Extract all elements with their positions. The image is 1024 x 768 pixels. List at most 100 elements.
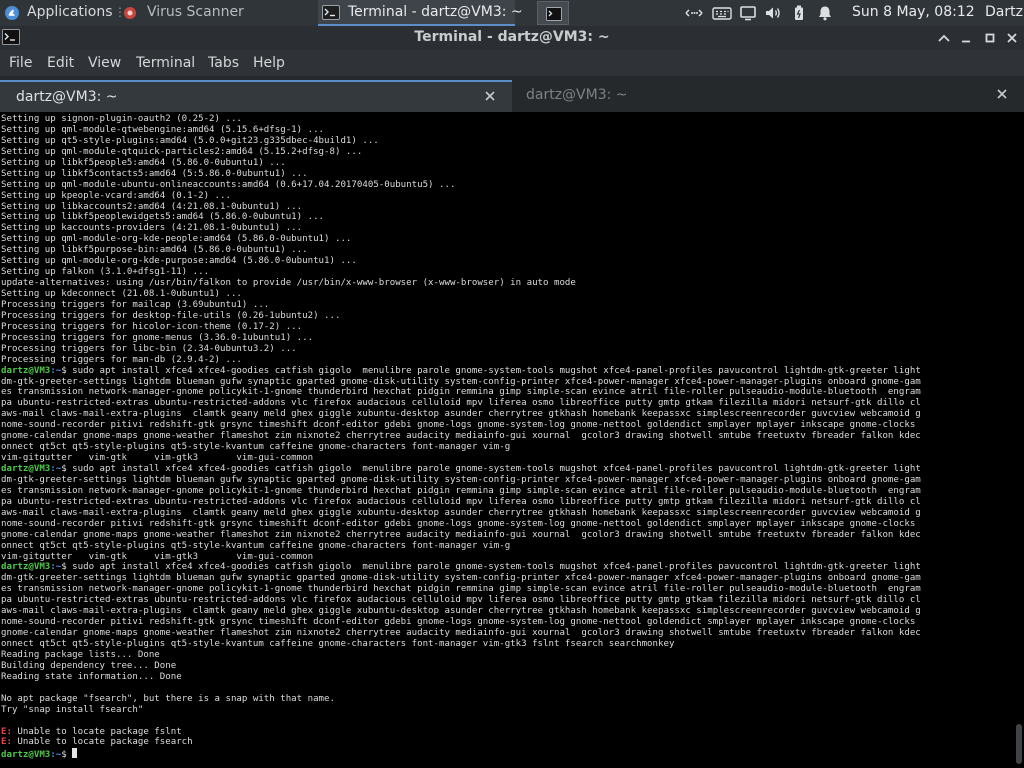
prompt-user: dartz@VM3 [1,750,51,760]
taskbar-item-terminal[interactable]: Terminal - dartz@VM3: ~ [318,0,523,26]
output-text: Setting up kaccounts-providers (4:21.08.… [1,223,303,234]
error-label: E: [1,737,12,748]
output-text: Processing triggers for man-db (2.9.4-2)… [1,354,242,365]
terminal-line: onnect qt5ct qt5-style-plugins qt5-style… [1,541,1013,552]
output-text: No apt package "fsearch", but there is a… [1,693,335,704]
menu-edit[interactable]: Edit [47,50,74,76]
prompt-path: :~ [50,562,62,573]
terminal-line: E: Unable to locate package fsearch [1,737,1013,748]
menu-tabs[interactable]: Tabs [208,50,239,76]
terminal-line: Try "snap install fsearch" [1,705,1013,716]
output-text: Setting up kdeconnect (21.08.1-0ubuntu1)… [1,289,242,299]
terminal-line: gnome-calendar gnome-maps gnome-weather … [1,431,1013,442]
window-titlebar[interactable]: Terminal - dartz@VM3: ~ [0,26,1024,50]
terminal-line: Setting up qml-module-qtwebengine:amd64 … [1,125,1013,136]
prompt-user: dartz@VM3 [1,365,51,376]
output-text: Try "snap install fsearch" [1,704,144,715]
window-shade-up-icon[interactable] [936,30,952,46]
output-text: Setting up kpeople-vcard:amd64 (0.1-2) .… [1,190,231,201]
menu-file[interactable]: File [9,50,32,76]
output-text: onnect qt5ct qt5-style-plugins qt5-style… [1,540,511,551]
terminal-line: nome-sound-recorder pitivi redshift-gtk … [1,420,1013,431]
network-icon[interactable] [684,5,704,21]
applications-menu-icon[interactable] [4,5,20,21]
display-icon[interactable] [739,5,757,21]
output-text: vim-gitgutter vim-gtk vim-gtk3 vim-gui-c… [1,551,314,562]
terminal-line: aws-mail claws-mail-extra-plugins clamtk… [1,508,1013,519]
terminal-line: Setting up kaccounts-providers (4:21.08.… [1,223,1013,234]
output-text: dm-gtk-greeter-settings lightdm blueman … [1,376,921,387]
output-text: nome-sound-recorder pitivi redshift-gtk … [1,420,916,431]
output-text: Setting up libkf5people5:amd64 (5.86.0-0… [1,157,286,168]
output-text: Building dependency tree... Done [1,660,177,671]
tab-dartz-vm3-1[interactable]: dartz@VM3: ~ [0,80,512,112]
output-text: aws-mail claws-mail-extra-plugins clamtk… [1,409,921,420]
terminal-line: dartz@VM3:~$ sudo apt install xfce4 xfce… [1,562,1013,573]
terminal-scrollbar[interactable] [1016,724,1022,764]
terminal-launcher-button[interactable] [537,1,569,25]
output-text: Processing triggers for gnome-menus (3.3… [1,332,314,343]
prompt-user: dartz@VM3 [1,562,51,573]
terminal-line: dm-gtk-greeter-settings lightdm blueman … [1,475,1013,486]
output-text: aws-mail claws-mail-extra-plugins clamtk… [1,606,921,617]
menu-help[interactable]: Help [253,50,285,76]
terminal-line: update-alternatives: using /usr/bin/falk… [1,278,1013,289]
terminal-line: Processing triggers for man-db (2.9.4-2)… [1,355,1013,366]
output-text: es transmission network-manager-gnome po… [1,387,921,398]
terminal-line: Setting up qml-module-qtquick-particles2… [1,147,1013,158]
window-maximize-icon[interactable] [982,30,998,46]
terminal-line: dm-gtk-greeter-settings lightdm blueman … [1,573,1013,584]
output-text: Setting up libkf5contacts5:amd64 (5:5.86… [1,168,308,179]
output-text: gnome-calendar gnome-maps gnome-weather … [1,431,921,442]
terminal-output[interactable]: Setting up signon-plugin-oauth2 (0.25-2)… [0,112,1024,768]
output-text: Processing triggers for hicolor-icon-the… [1,321,303,332]
tab-close-icon[interactable] [997,89,1007,99]
keyboard-icon[interactable] [712,5,732,21]
virus-scanner-icon[interactable] [123,6,137,20]
terminal-line: Setting up qml-module-org-kde-people:amd… [1,234,1013,245]
terminal-line: Processing triggers for desktop-file-uti… [1,311,1013,322]
terminal-line: Processing triggers for gnome-menus (3.3… [1,333,1013,344]
output-text: onnect qt5ct qt5-style-plugins qt5-style… [1,639,675,649]
terminal-line: pa ubuntu-restricted-extras ubuntu-restr… [1,398,1013,409]
menu-terminal[interactable]: Terminal [136,50,195,76]
applications-menu-label[interactable]: Applications [27,0,113,26]
notifications-icon[interactable] [817,5,833,21]
output-text: Setting up libkf5purpose-bin:amd64 (5.86… [1,245,308,256]
command-text: $ sudo apt install xfce4 xfce4-goodies c… [61,464,921,474]
tab-dartz-vm3-2[interactable]: dartz@VM3: ~ [512,80,1024,112]
taskbar-item-virus-scanner[interactable]: Virus Scanner [147,0,244,26]
output-text: update-alternatives: using /usr/bin/falk… [1,278,576,289]
output-text: Setting up qt5-style-plugins:amd64 (5.0.… [1,135,379,146]
volume-icon[interactable] [764,5,782,21]
battery-icon[interactable] [792,5,806,21]
output-text: Setting up libkf5peoplewidgets5:amd64 (5… [1,212,325,223]
terminal-line: es transmission network-manager-gnome po… [1,584,1013,595]
terminal-line: Reading state information... Done [1,672,1013,683]
terminal-line: dartz@VM3:~$ sudo apt install xfce4 xfce… [1,464,1013,475]
terminal-line: vim-gitgutter vim-gtk vim-gtk3 vim-gui-c… [1,552,1013,563]
output-text: Processing triggers for mailcap (3.69ubu… [1,299,270,310]
tab-close-icon[interactable] [485,91,495,101]
output-text: vim-gitgutter vim-gtk vim-gtk3 vim-gui-c… [1,453,314,464]
window-minimize-icon[interactable] [958,30,974,46]
output-text: gnome-calendar gnome-maps gnome-weather … [1,529,921,540]
window-close-icon[interactable] [1004,30,1020,46]
terminal-line: Reading package lists... Done [1,650,1013,661]
panel-user-menu[interactable]: Dartz [985,0,1023,26]
command-text: $ sudo apt install xfce4 xfce4-goodies c… [61,562,921,573]
panel-clock[interactable]: Sun 8 May, 08:12 [852,0,975,26]
output-text: gnome-calendar gnome-maps gnome-weather … [1,628,921,639]
terminal-line: Setting up libkf5contacts5:amd64 (5:5.86… [1,169,1013,180]
taskbar-item-terminal-label: Terminal - dartz@VM3: ~ [348,4,523,20]
terminal-line: es transmission network-manager-gnome po… [1,486,1013,497]
output-text: Processing triggers for desktop-file-uti… [1,310,341,321]
menu-view[interactable]: View [88,50,121,76]
terminal-line: Setting up falkon (3.1.0+dfsg1-11) ... [1,267,1013,278]
output-text: onnect qt5ct qt5-style-plugins qt5-style… [1,442,511,453]
output-text: Setting up qml-module-qtquick-particles2… [1,146,363,157]
output-text: Setting up falkon (3.1.0+dfsg1-11) ... [1,267,210,278]
output-text: es transmission network-manager-gnome po… [1,584,921,595]
output-text: pa ubuntu-restricted-extras ubuntu-restr… [1,398,921,409]
